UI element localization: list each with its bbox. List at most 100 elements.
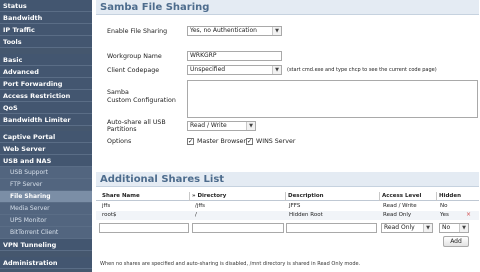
master-browser-checkbox[interactable]: ✓ xyxy=(187,138,194,145)
sidebar-item-label: Basic xyxy=(3,56,23,64)
shares-table-header: Share Name » Directory Description Acces… xyxy=(96,192,479,201)
new-hidden-select[interactable]: No ▼ xyxy=(439,223,469,233)
sidebar-item-usb-and-nas[interactable]: USB and NAS xyxy=(0,155,92,167)
autoshare-label-line2: Partitions xyxy=(107,126,137,133)
autoshare-value: Read / Write xyxy=(190,122,227,129)
share-name-cell: jffs xyxy=(102,203,111,209)
col-access-level: Access Level xyxy=(379,192,421,201)
table-row[interactable]: jffs /jffs JFFS Read / Write No xyxy=(96,202,479,211)
description-cell: JFFS xyxy=(289,203,301,209)
client-codepage-select[interactable]: Unspecified ▼ xyxy=(187,65,282,75)
sidebar-item-file-sharing[interactable]: File Sharing xyxy=(0,191,92,203)
sidebar-item-label: USB Support xyxy=(10,169,48,176)
sidebar-item-label: UPS Monitor xyxy=(10,217,47,224)
sidebar-item-label: Bandwidth xyxy=(3,14,43,22)
enable-file-sharing-label: Enable File Sharing xyxy=(107,28,168,35)
check-icon: ✓ xyxy=(188,138,194,145)
sidebar-item-label: Advanced xyxy=(3,68,39,76)
custom-config-textarea[interactable] xyxy=(187,80,478,118)
sidebar-item-label: Port Forwarding xyxy=(3,80,63,88)
sidebar-item-label: QoS xyxy=(3,104,18,112)
directory-cell: / xyxy=(195,212,197,218)
sidebar-item-basic[interactable]: Basic xyxy=(0,54,92,66)
sidebar-item-media-server[interactable]: Media Server xyxy=(0,203,92,215)
directory-cell: /jffs xyxy=(195,203,206,209)
sidebar-item-label: Access Restriction xyxy=(3,92,71,100)
chevron-down-icon: ▼ xyxy=(459,224,468,232)
chevron-down-icon: ▼ xyxy=(272,27,281,35)
sidebar-item-bittorrent-client[interactable]: BitTorrent Client xyxy=(0,227,92,239)
client-codepage-label: Client Codepage xyxy=(107,67,160,74)
sidebar-item-label: File Sharing xyxy=(10,193,51,200)
sidebar-item-usb-support[interactable]: USB Support xyxy=(0,167,92,179)
col-directory: » Directory xyxy=(189,192,226,201)
sidebar-item-status[interactable]: Status xyxy=(0,0,92,12)
new-description-input[interactable] xyxy=(286,223,377,233)
sidebar-item-advanced[interactable]: Advanced xyxy=(0,66,92,78)
sidebar: Status Bandwidth IP Traffic Tools Basic … xyxy=(0,0,92,272)
sidebar-item-label: Administration xyxy=(3,259,58,267)
new-hidden-value: No xyxy=(442,224,451,231)
add-share-button[interactable]: Add xyxy=(443,236,469,247)
sidebar-item-administration[interactable]: Administration xyxy=(0,257,92,269)
access-level-cell: Read / Write xyxy=(383,203,417,209)
new-access-level-select[interactable]: Read Only ▼ xyxy=(381,223,433,233)
col-directory-label: Directory xyxy=(197,193,227,199)
workgroup-input[interactable]: WRKGRP xyxy=(187,51,282,61)
codepage-hint: (start cmd.exe and type chcp to see the … xyxy=(287,67,437,73)
new-share-name-input[interactable] xyxy=(99,223,189,233)
autoshare-select[interactable]: Read / Write ▼ xyxy=(187,121,256,131)
sidebar-item-label: BitTorrent Client xyxy=(10,229,59,236)
workgroup-label: Workgroup Name xyxy=(107,53,162,60)
col-description: Description xyxy=(285,192,324,201)
samba-section-title: Samba File Sharing xyxy=(96,0,479,15)
sidebar-item-label: USB and NAS xyxy=(3,157,52,165)
sidebar-item-tools[interactable]: Tools xyxy=(0,36,92,48)
master-browser-label: Master Browser xyxy=(197,138,247,145)
sidebar-item-ftp-server[interactable]: FTP Server xyxy=(0,179,92,191)
sidebar-item-port-forwarding[interactable]: Port Forwarding xyxy=(0,78,92,90)
sidebar-item-label: Tools xyxy=(3,38,22,46)
new-directory-input[interactable] xyxy=(192,223,284,233)
wins-server-label: WINS Server xyxy=(256,138,296,145)
chevron-down-icon: ▼ xyxy=(423,224,432,232)
shares-section-title: Additional Shares List xyxy=(96,172,479,187)
sidebar-item-label: FTP Server xyxy=(10,181,43,188)
sidebar-item-vpn-tunneling[interactable]: VPN Tunneling xyxy=(0,239,92,251)
sidebar-item-access-restriction[interactable]: Access Restriction xyxy=(0,90,92,102)
sidebar-item-ups-monitor[interactable]: UPS Monitor xyxy=(0,215,92,227)
check-icon: ✓ xyxy=(247,138,253,145)
wins-server-checkbox[interactable]: ✓ xyxy=(246,138,253,145)
autoshare-label-line1: Auto-share all USB xyxy=(107,119,166,126)
hidden-cell: No xyxy=(440,203,448,209)
sidebar-item-captive-portal[interactable]: Captive Portal xyxy=(0,131,92,143)
sidebar-item-bandwidth-limiter[interactable]: Bandwidth Limiter xyxy=(0,114,92,126)
sidebar-item-label: VPN Tunneling xyxy=(3,241,57,249)
enable-file-sharing-select[interactable]: Yes, no Authentication ▼ xyxy=(187,26,282,36)
sidebar-item-web-server[interactable]: Web Server xyxy=(0,143,92,155)
sidebar-item-label: Bandwidth Limiter xyxy=(3,116,71,124)
sidebar-item-label: Media Server xyxy=(10,205,50,212)
description-cell: Hidden Root xyxy=(289,212,323,218)
new-access-level-value: Read Only xyxy=(384,224,415,231)
enable-file-sharing-value: Yes, no Authentication xyxy=(190,27,257,34)
chevron-down-icon: ▼ xyxy=(246,122,255,130)
chevron-down-icon: ▼ xyxy=(272,66,281,74)
sidebar-item-bandwidth[interactable]: Bandwidth xyxy=(0,12,92,24)
client-codepage-value: Unspecified xyxy=(190,66,226,73)
custom-config-label-line1: Samba xyxy=(107,89,129,96)
sidebar-item-qos[interactable]: QoS xyxy=(0,102,92,114)
main-content: Samba File Sharing Enable File Sharing Y… xyxy=(96,0,480,272)
sidebar-item-label: IP Traffic xyxy=(3,26,35,34)
access-level-cell: Read Only xyxy=(383,212,412,218)
share-name-cell: root$ xyxy=(102,212,117,218)
col-share-name: Share Name xyxy=(102,193,140,199)
shares-footnote: When no shares are specified and auto-sh… xyxy=(100,261,361,267)
options-label: Options xyxy=(107,138,132,145)
col-hidden: Hidden xyxy=(436,192,461,201)
table-row[interactable]: root$ / Hidden Root Read Only Yes × xyxy=(96,211,479,220)
sidebar-item-ip-traffic[interactable]: IP Traffic xyxy=(0,24,92,36)
delete-icon[interactable]: × xyxy=(466,211,471,218)
sidebar-item-label: Captive Portal xyxy=(3,133,56,141)
hidden-cell: Yes xyxy=(440,212,449,218)
